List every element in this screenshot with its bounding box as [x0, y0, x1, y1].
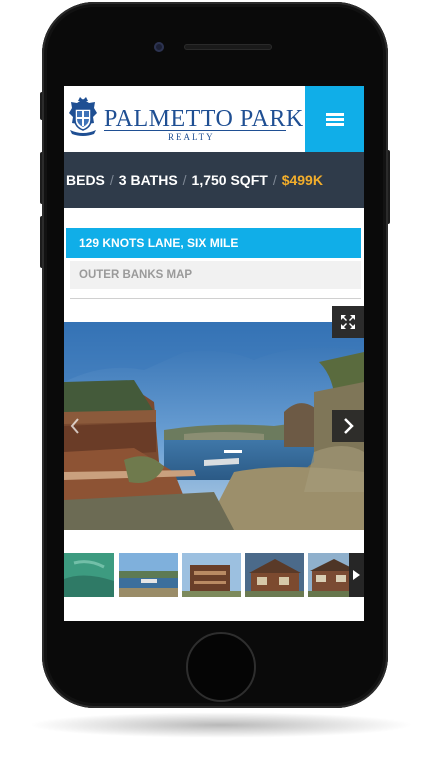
brand-subtitle: REALTY — [168, 132, 215, 142]
next-photo-button[interactable] — [332, 410, 364, 442]
chevron-left-icon[interactable] — [68, 416, 82, 436]
thumbnail[interactable] — [182, 553, 241, 597]
brand-name: PALMETTO PARK — [104, 106, 304, 132]
earpiece-speaker — [184, 44, 272, 50]
baths-stat: 3 BATHS — [118, 172, 178, 188]
section-divider — [70, 298, 361, 299]
sqft-stat: 1,750 SQFT — [191, 172, 268, 188]
thumbnail-strip — [64, 553, 364, 599]
site-header: PALMETTO PARK REALTY — [64, 86, 364, 152]
thumbnail[interactable] — [245, 553, 304, 597]
brand-rule — [104, 130, 286, 131]
hamburger-menu-icon — [325, 111, 344, 128]
play-triangle-icon — [353, 570, 360, 580]
thumbnail-next-button[interactable] — [349, 553, 364, 597]
thumbnail[interactable] — [64, 553, 114, 597]
expand-arrows-icon — [341, 315, 355, 329]
address-tab[interactable]: 129 KNOTS LANE, SIX MILE — [66, 228, 361, 258]
stat-separator: / — [182, 172, 187, 188]
map-tab[interactable]: OUTER BANKS MAP — [70, 261, 361, 289]
brand-logo[interactable]: PALMETTO PARK REALTY — [66, 96, 303, 142]
stat-separator: / — [109, 172, 114, 188]
thumbnail[interactable] — [119, 553, 178, 597]
listing-stats-bar: BEDS / 3 BATHS / 1,750 SQFT / $499K — [64, 152, 364, 208]
home-button — [186, 632, 256, 702]
fullscreen-button[interactable] — [332, 306, 364, 338]
phone-shadow — [28, 712, 414, 738]
stat-separator: / — [272, 172, 277, 188]
main-listing-photo[interactable] — [64, 322, 364, 530]
menu-button[interactable] — [305, 86, 364, 152]
front-camera — [154, 42, 164, 52]
beds-stat: BEDS — [66, 172, 105, 188]
chevron-right-icon — [344, 418, 354, 434]
phone-screen: PALMETTO PARK REALTY BEDS / 3 BATHS / 1,… — [64, 86, 364, 621]
price-stat: $499K — [281, 172, 323, 188]
crest-logo-icon — [69, 97, 97, 136]
